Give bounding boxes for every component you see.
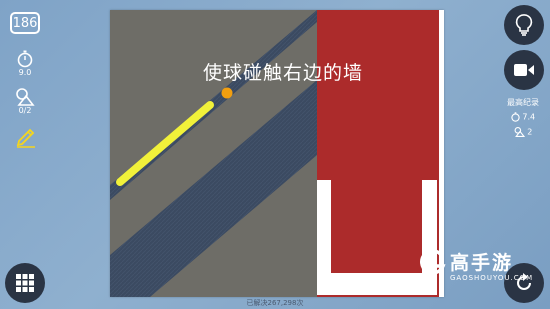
watermark-domain: GAOSHOUYOU.COM	[450, 274, 534, 282]
brand-logo-icon	[420, 250, 446, 275]
lightbulb-icon	[515, 14, 533, 36]
timer-stat: 9.0	[0, 50, 50, 77]
watermark: 高手游 GAOSHOUYOU.COM	[420, 248, 535, 288]
best-time-value: 7.4	[522, 112, 536, 122]
hint-button[interactable]	[504, 5, 544, 45]
watermark-brand: 高手游	[450, 252, 514, 274]
level-menu-button[interactable]	[5, 263, 45, 303]
stopwatch-icon	[17, 50, 33, 68]
shapes-stat: 0/2	[0, 88, 50, 115]
solved-count: 已解决267,298次	[246, 299, 304, 307]
shapes-icon	[16, 88, 35, 106]
best-record-label: 最高纪录	[507, 98, 539, 107]
timer-value: 9.0	[18, 68, 32, 77]
best-shapes-value: 2	[527, 127, 533, 137]
video-hint-button[interactable]	[504, 50, 544, 90]
shapes-icon	[514, 127, 525, 137]
grid-menu-icon	[16, 274, 34, 292]
instruction-text: 使球碰触右边的墙	[202, 62, 363, 84]
best-record-time: 7.4	[496, 112, 550, 122]
ball	[221, 87, 233, 99]
best-record-shapes: 2	[496, 127, 550, 137]
stopwatch-icon	[511, 112, 520, 122]
level-number: 186	[10, 12, 40, 34]
shapes-value: 0/2	[18, 106, 32, 115]
pencil-icon[interactable]	[15, 126, 37, 148]
game-board[interactable]: 使球碰触右边的墙	[110, 10, 444, 297]
video-camera-icon	[514, 64, 534, 76]
